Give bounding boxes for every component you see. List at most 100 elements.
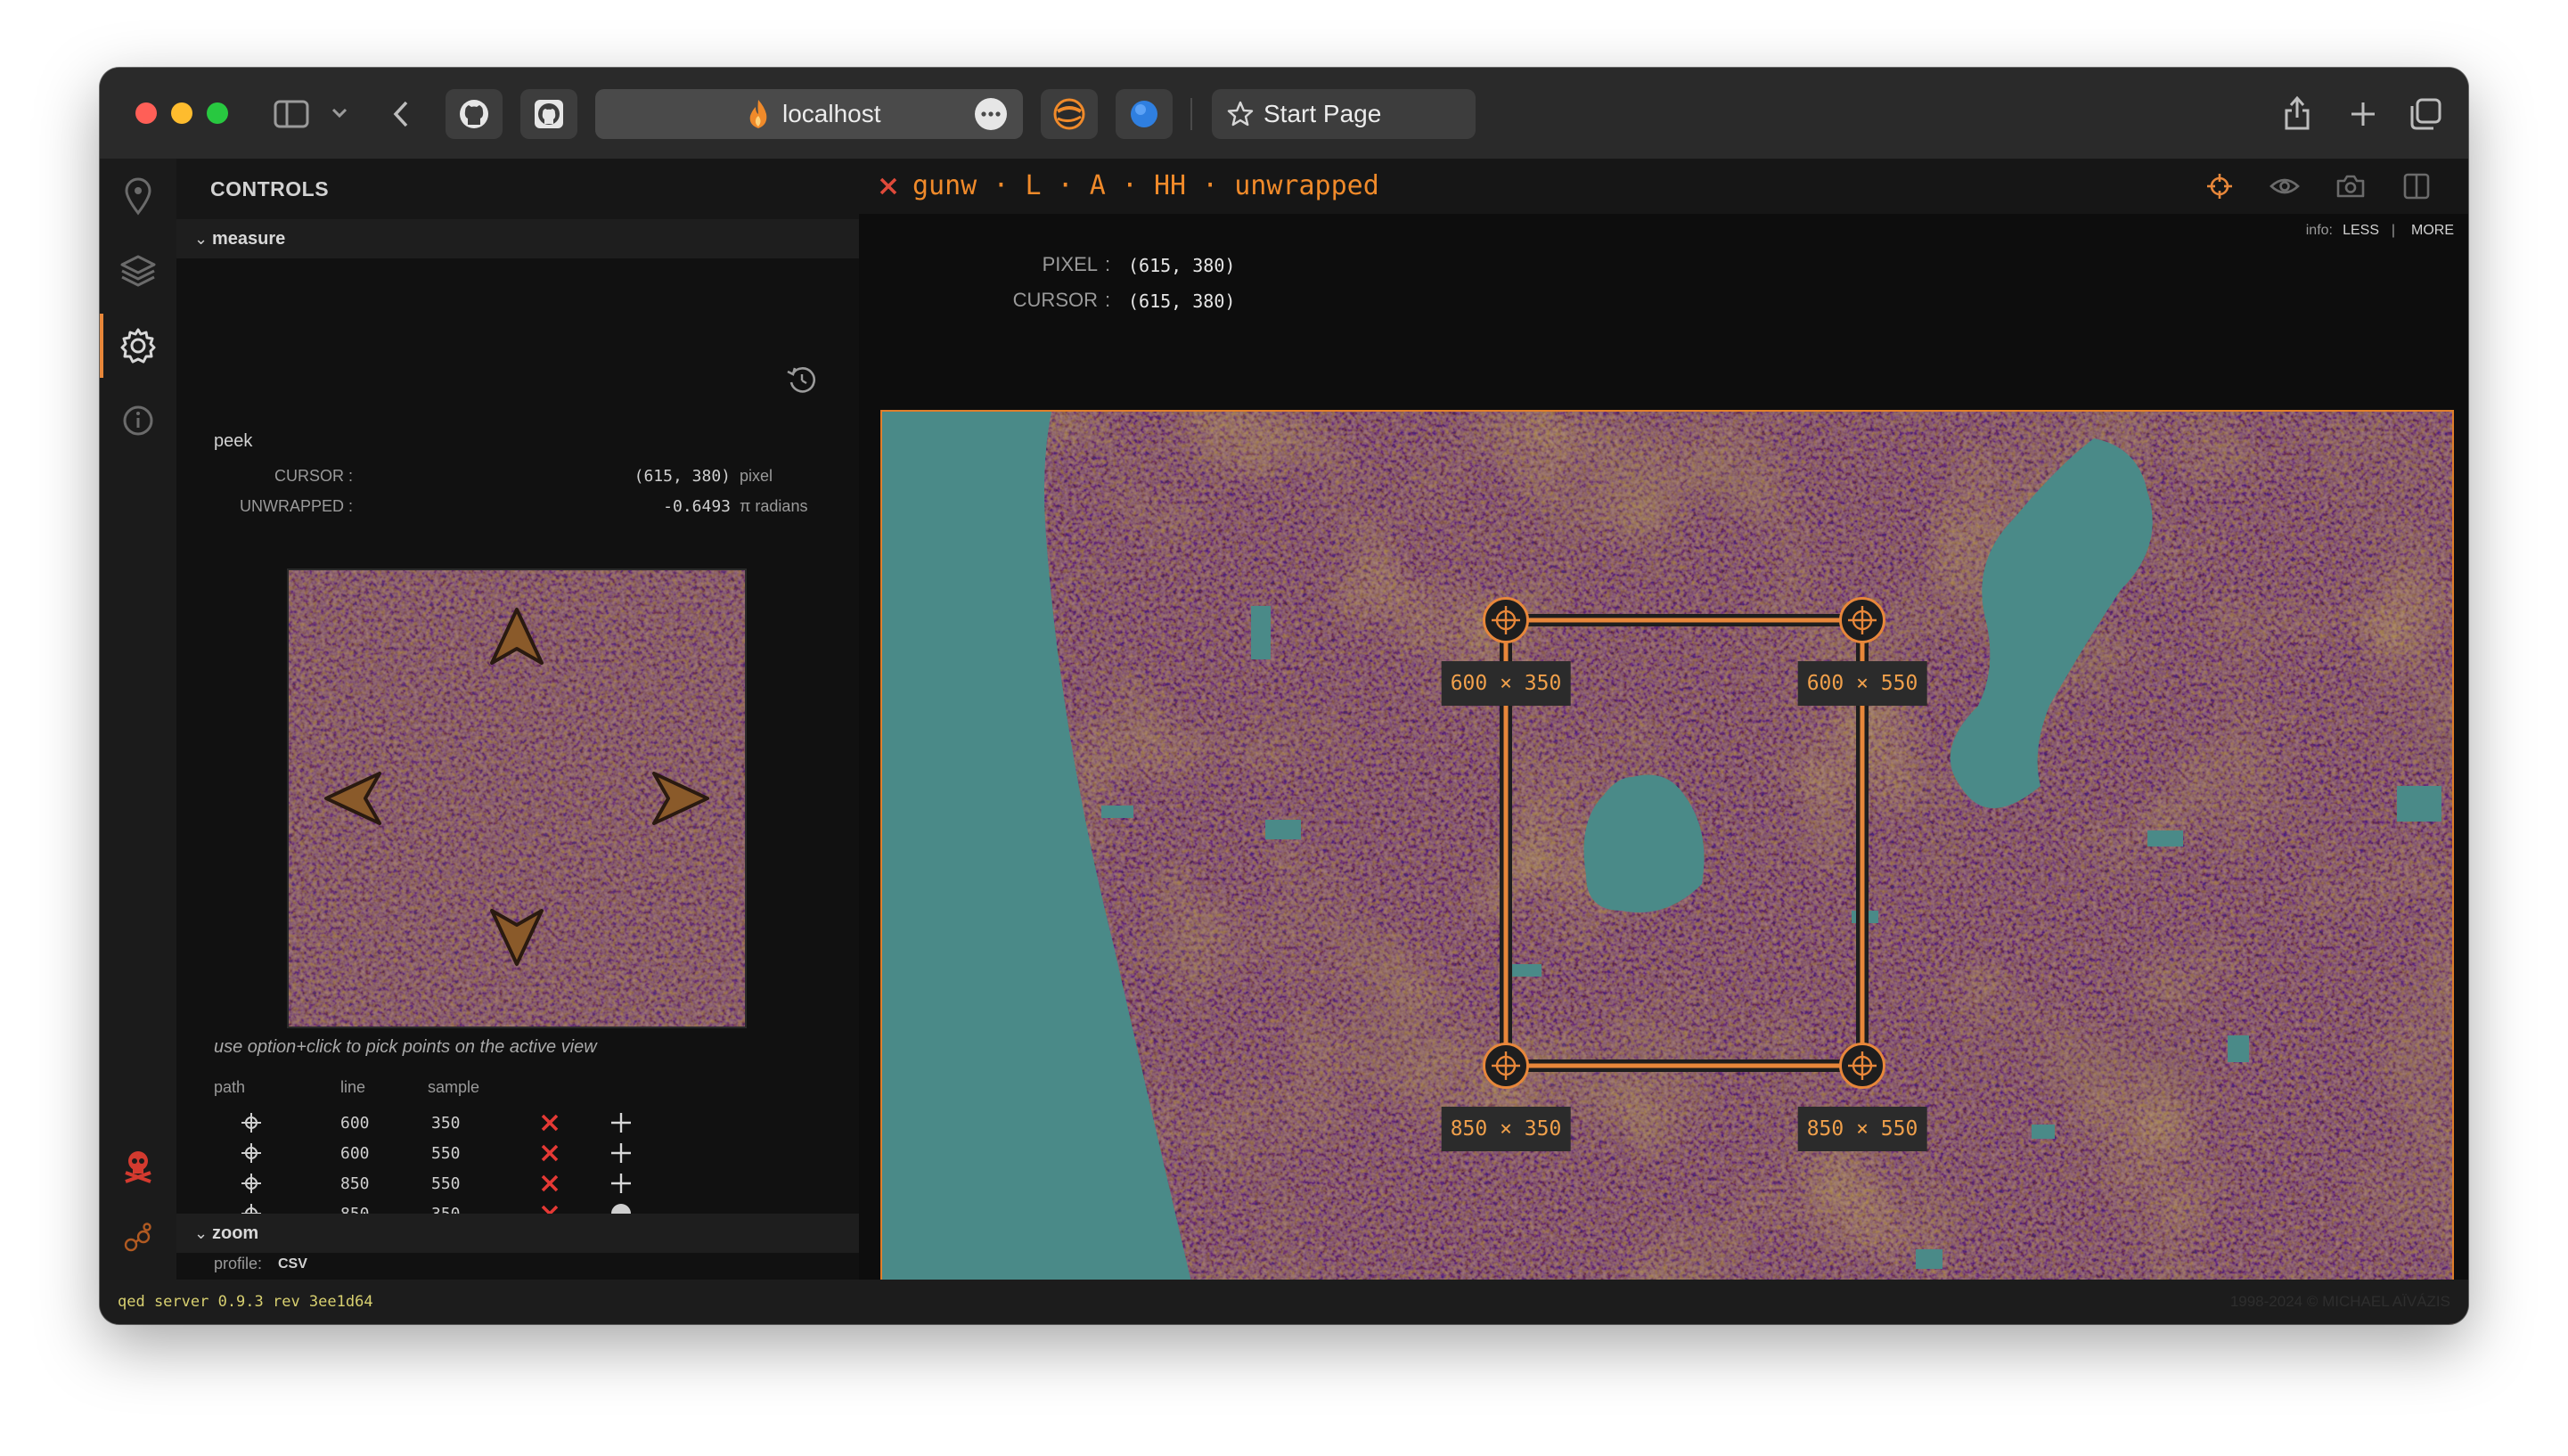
camera-icon[interactable] [2335,171,2367,201]
skull-icon[interactable] [100,1128,176,1203]
title-separator: · [993,170,1010,201]
controls-header: CONTROLS [176,159,859,219]
info-icon[interactable] [100,383,176,458]
path-vertex-4[interactable] [1483,1043,1529,1089]
frequency-selector[interactable]: L [1025,170,1041,201]
github-icon [460,100,488,128]
peek-cursor-label: CURSOR : [274,467,353,485]
title-separator: · [1202,170,1219,201]
pick-hint: use option+click to pick points on the a… [214,1037,597,1057]
controls-title: CONTROLS [210,177,330,200]
info-more-button[interactable]: MORE [2411,223,2454,239]
zoom-section-header[interactable]: ⌄ zoom [176,1214,859,1253]
path-vertex-1[interactable] [1483,597,1529,643]
path-column-header: path [214,1078,246,1096]
chevron-down-icon[interactable] [328,100,351,127]
crosshair-icon[interactable] [239,1171,264,1196]
measure-section-header[interactable]: ⌄ measure [176,219,859,258]
crosshair-icon [1492,606,1520,634]
path-vertex-2[interactable] [1839,597,1885,643]
browser-toolbar: localhost Start Page [100,68,2468,159]
peek-cursor-unit: pixel [740,467,773,485]
insert-point-icon[interactable] [609,1111,633,1134]
mode-selector[interactable]: A [1090,170,1106,201]
github-bookmark-button[interactable] [520,89,577,139]
eye-icon[interactable] [2269,171,2301,201]
more-options-icon[interactable] [975,98,1007,130]
crosshair-icon [1848,606,1877,634]
crosshair-icon[interactable] [239,1141,264,1166]
toolbar-divider [1190,98,1192,130]
point-line: 850 [340,1174,370,1193]
viewer-panel: gunw · L · A · HH · unwrapped info: LESS… [859,159,2468,1324]
product-selector[interactable]: unwrapped [1234,170,1379,201]
crosshair-icon[interactable] [2204,171,2235,201]
tab-overview-icon[interactable] [2406,94,2445,134]
peek-label: peek [214,431,253,451]
pan-down-arrow-icon[interactable] [490,909,544,966]
insert-point-icon[interactable] [609,1141,633,1165]
new-tab-icon[interactable] [2345,96,2381,132]
close-window-button[interactable] [135,102,157,124]
dataset-name[interactable]: gunw [912,170,977,201]
close-view-icon[interactable] [875,173,902,200]
vertex-label: 850 × 350 [1441,1107,1571,1151]
point-line: 600 [340,1114,370,1133]
remove-point-icon[interactable] [538,1172,561,1195]
crosshair-icon[interactable] [239,1110,264,1135]
cursor-value: (615, 380) [1128,290,1236,312]
measure-section-label: measure [212,229,286,249]
info-label: info: [2305,223,2333,238]
minimize-window-button[interactable] [171,102,192,124]
start-page-label: Start Page [1264,100,1382,127]
map-pin-icon[interactable] [100,159,176,233]
info-less-button[interactable]: LESS [2343,223,2379,239]
reset-icon[interactable] [784,362,820,397]
extension-button[interactable] [1041,89,1098,139]
peek-view[interactable] [287,568,747,1028]
pan-arrows [324,608,709,966]
peek-unwrapped-value: -0.6493 [663,497,731,516]
profile-csv-link[interactable]: CSV [278,1256,307,1272]
sample-column-header: sample [428,1078,480,1096]
extension-button-2[interactable] [1116,89,1173,139]
gear-icon[interactable] [100,308,176,383]
remove-point-icon[interactable] [538,1141,561,1165]
layers-icon[interactable] [100,233,176,308]
share-icon[interactable] [2279,93,2315,134]
cursor-label: CURSOR [1012,289,1098,311]
star-icon [1226,100,1255,128]
browser-window: localhost Start Page CONTROLS ⌄ measure … [100,68,2468,1324]
chevron-down-icon: ⌄ [194,1224,209,1242]
path-vertex-3[interactable] [1839,1043,1885,1089]
pan-up-arrow-icon[interactable] [490,608,544,665]
maximize-window-button[interactable] [207,102,228,124]
pixel-value: (615, 380) [1128,255,1236,276]
logo-icon[interactable] [100,1201,176,1276]
back-icon[interactable] [383,94,419,134]
status-bar: qed server 0.9.3 rev 3ee1d64 1998-2024 ©… [100,1280,2468,1324]
crosshair-icon [1492,1051,1520,1080]
extension-icon [1053,98,1085,130]
github-tab-button[interactable] [446,89,503,139]
profile-label: profile: [214,1255,263,1272]
view-title: gunw · L · A · HH · unwrapped [912,159,1379,214]
viewer-header: gunw · L · A · HH · unwrapped [859,159,2468,214]
title-separator: · [1121,170,1138,201]
pixel-colon: : [1105,253,1111,275]
sidebar-toggle-icon[interactable] [271,94,312,134]
insert-point-icon[interactable] [609,1172,633,1195]
crosshair-icon [1848,1051,1877,1080]
vertex-label: 850 × 550 [1797,1107,1927,1151]
github-icon [535,100,563,128]
point-sample: 550 [431,1174,461,1193]
remove-point-icon[interactable] [538,1111,561,1134]
split-view-icon[interactable] [2400,171,2433,201]
interferogram-image[interactable]: 600 × 350 600 × 550 850 × 350 850 × 550 [880,410,2454,1324]
url-text: localhost [782,100,881,127]
pan-left-arrow-icon[interactable] [324,772,381,825]
line-column-header: line [340,1078,366,1096]
polarization-selector[interactable]: HH [1154,170,1186,201]
pan-right-arrow-icon[interactable] [652,772,709,825]
activity-rail [100,159,176,1280]
